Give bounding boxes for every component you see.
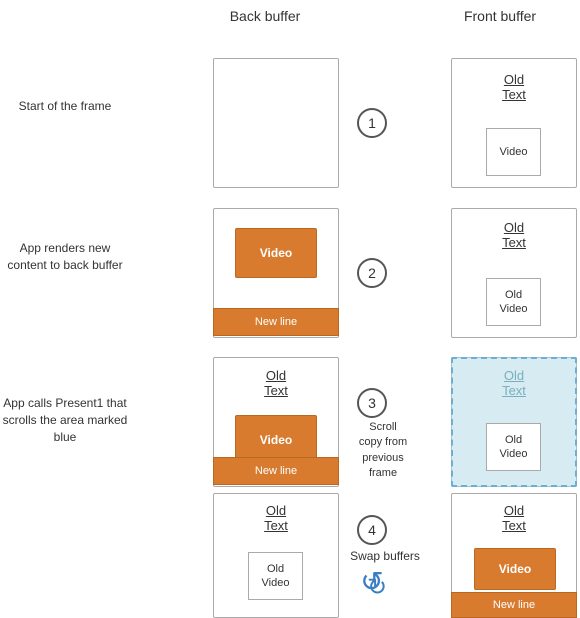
step-1-circle: 1 <box>357 108 387 138</box>
swap-arrows-icon2: ↺ <box>367 573 387 602</box>
back-buffer-header: Back buffer <box>195 8 335 24</box>
front-old-video-row3: OldVideo <box>486 423 541 471</box>
row-3-label: App calls Present1 that scrolls the area… <box>0 395 130 445</box>
front-old-text-row4: OldText <box>460 503 568 533</box>
row-1-label: Start of the frame <box>0 98 130 115</box>
front-old-video-row2: OldVideo <box>486 278 541 326</box>
step-2-circle: 2 <box>357 258 387 288</box>
front-newline-row4: New line <box>451 592 577 618</box>
back-video-row2: Video <box>235 228 317 278</box>
back-newline-row2: New line <box>213 308 339 336</box>
step-3-label: Scrollcopy frompreviousframe <box>343 420 423 482</box>
front-old-text-row1: OldText <box>460 72 568 102</box>
front-old-text-row3: OldText <box>460 368 568 398</box>
back-old-text-row3: OldText <box>222 368 330 398</box>
front-old-text-row2: OldText <box>460 220 568 250</box>
back-old-video-row4: OldVideo <box>248 552 303 600</box>
front-video-row1: Video <box>486 128 541 176</box>
step-4-label: Swap buffers <box>340 548 430 565</box>
row-2-label: App renders new content to back buffer <box>0 240 130 274</box>
back-buffer-row1 <box>213 58 339 188</box>
step-4-circle: 4 <box>357 515 387 545</box>
front-video-row4: Video <box>474 548 556 590</box>
front-buffer-header: Front buffer <box>430 8 570 24</box>
step-3-circle: 3 <box>357 388 387 418</box>
back-newline-row3: New line <box>213 457 339 485</box>
back-old-text-row4: OldText <box>222 503 330 533</box>
